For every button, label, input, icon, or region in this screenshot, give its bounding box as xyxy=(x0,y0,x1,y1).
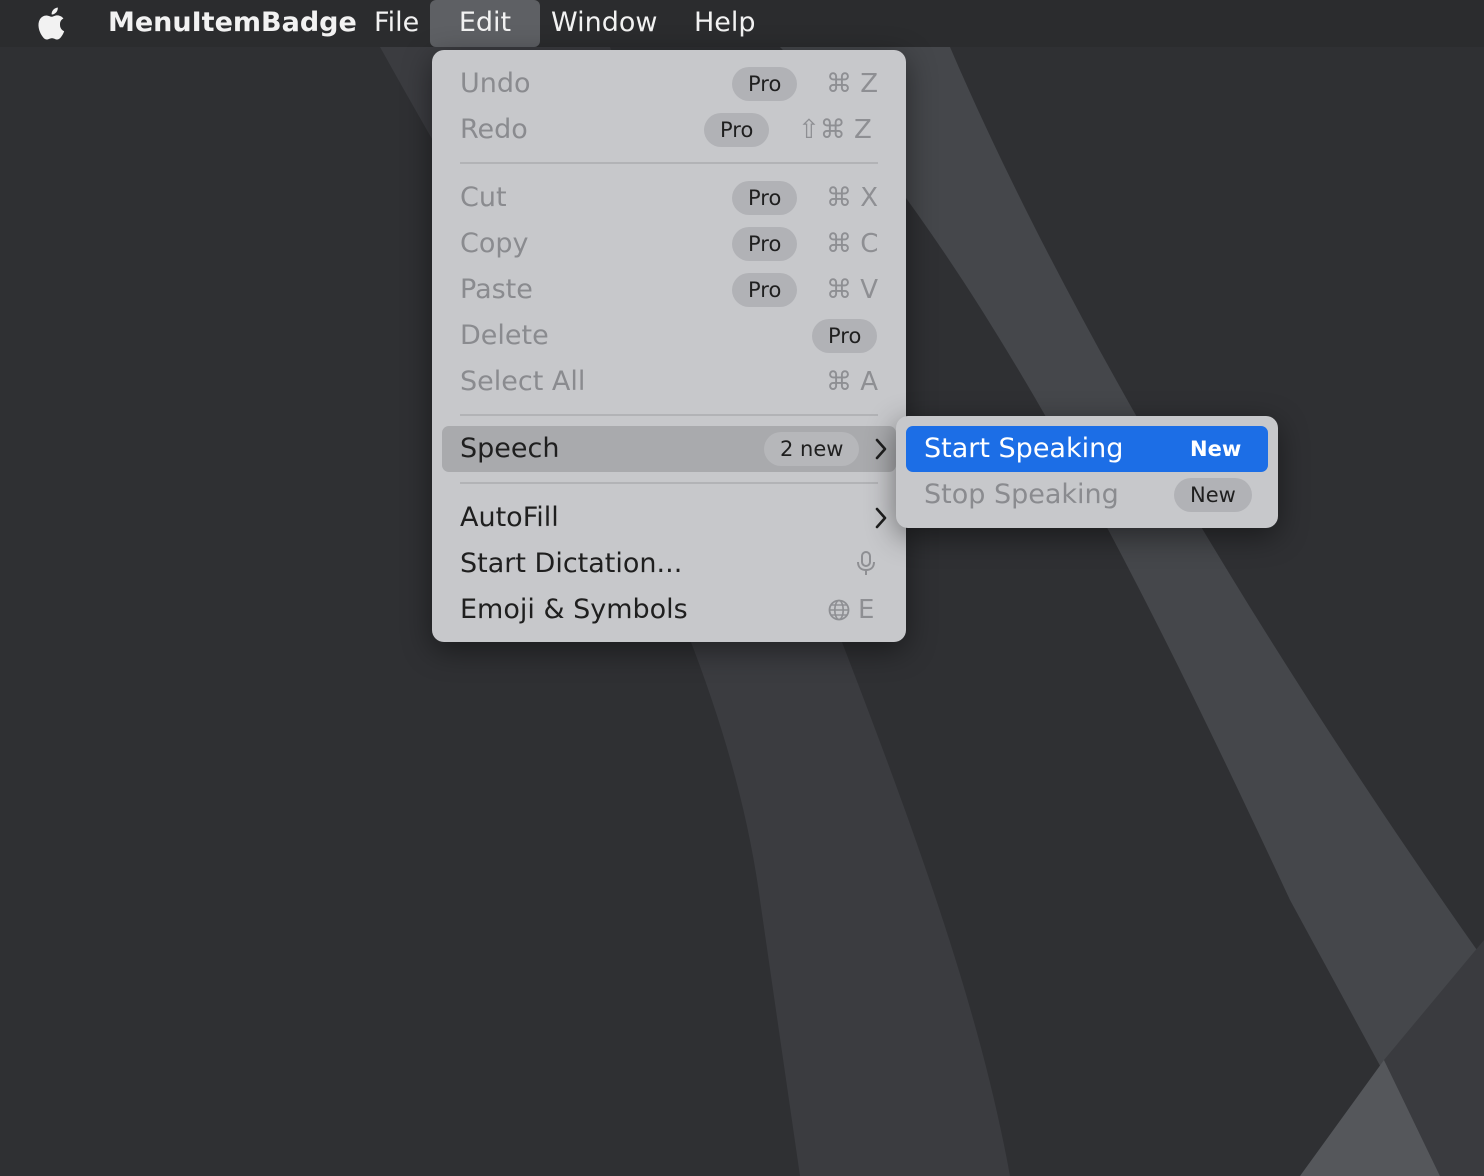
new-badge: New xyxy=(1190,437,1242,461)
menu-separator xyxy=(460,482,878,484)
menu-item-label: Delete xyxy=(460,320,549,351)
menu-item-label: Paste xyxy=(460,274,533,305)
menu-item-undo[interactable]: Undo Pro ⌘ Z xyxy=(442,62,896,106)
menu-item-emoji-symbols[interactable]: Emoji & Symbols E xyxy=(442,588,896,632)
menu-item-copy[interactable]: Copy Pro ⌘ C xyxy=(442,222,896,266)
pro-badge: Pro xyxy=(812,319,878,353)
new-badge: New xyxy=(1174,478,1252,512)
microphone-icon xyxy=(857,551,875,575)
new-count-badge: 2 new xyxy=(764,432,860,466)
shortcut-label: ⌘ V xyxy=(826,275,879,305)
menu-item-label: Start Speaking xyxy=(924,433,1124,464)
shortcut-label: ⌘ A xyxy=(826,367,879,397)
menu-item-redo[interactable]: Redo Pro ⇧⌘ Z xyxy=(442,108,896,152)
shortcut-label: E xyxy=(858,595,875,625)
menubar-window[interactable]: Window xyxy=(551,0,657,47)
pro-badge: Pro xyxy=(704,113,770,147)
menu-item-autofill[interactable]: AutoFill xyxy=(442,496,896,540)
shortcut-label: ⌘ Z xyxy=(826,69,879,99)
menubar-help[interactable]: Help xyxy=(694,0,756,47)
menu-item-start-speaking[interactable]: Start Speaking New xyxy=(906,426,1268,472)
menu-item-start-dictation[interactable]: Start Dictation... xyxy=(442,542,896,586)
menu-bar: MenuItemBadge File Edit Window Help xyxy=(0,0,1484,47)
menu-item-paste[interactable]: Paste Pro ⌘ V xyxy=(442,268,896,312)
menu-item-cut[interactable]: Cut Pro ⌘ X xyxy=(442,176,896,220)
menu-item-label: Cut xyxy=(460,182,507,213)
menu-separator xyxy=(460,414,878,416)
globe-icon xyxy=(828,599,850,621)
menubar-app-name[interactable]: MenuItemBadge xyxy=(108,0,357,47)
shortcut-label: ⌘ X xyxy=(826,183,879,213)
menu-item-label: AutoFill xyxy=(460,502,559,533)
edit-menu: Undo Pro ⌘ Z Redo Pro ⇧⌘ Z Cut Pro ⌘ X C… xyxy=(432,50,906,642)
pro-badge: Pro xyxy=(732,273,798,307)
menu-item-label: Emoji & Symbols xyxy=(460,594,688,625)
menubar-edit[interactable]: Edit xyxy=(430,0,540,47)
pro-badge: Pro xyxy=(732,181,798,215)
shortcut-label: ⌘ C xyxy=(826,229,879,259)
pro-badge: Pro xyxy=(732,67,798,101)
menu-separator xyxy=(460,162,878,164)
apple-logo-icon[interactable] xyxy=(36,6,70,40)
speech-submenu: Start Speaking New Stop Speaking New xyxy=(896,416,1278,528)
chevron-right-icon xyxy=(875,438,887,460)
menu-item-speech[interactable]: Speech 2 new xyxy=(442,426,896,472)
chevron-right-icon xyxy=(875,507,887,529)
menu-item-label: Copy xyxy=(460,228,529,259)
menu-item-select-all[interactable]: Select All ⌘ A xyxy=(442,360,896,404)
menu-item-label: Stop Speaking xyxy=(924,479,1119,510)
menubar-file[interactable]: File xyxy=(374,0,419,47)
shortcut-label: ⇧⌘ Z xyxy=(798,115,872,145)
menu-item-label: Select All xyxy=(460,366,586,397)
menu-item-label: Redo xyxy=(460,114,528,145)
menu-item-label: Undo xyxy=(460,68,531,99)
pro-badge: Pro xyxy=(732,227,798,261)
menu-item-label: Start Dictation... xyxy=(460,548,683,579)
menu-item-delete[interactable]: Delete Pro xyxy=(442,314,896,358)
menu-item-label: Speech xyxy=(460,433,560,464)
menu-item-stop-speaking[interactable]: Stop Speaking New xyxy=(906,472,1268,518)
